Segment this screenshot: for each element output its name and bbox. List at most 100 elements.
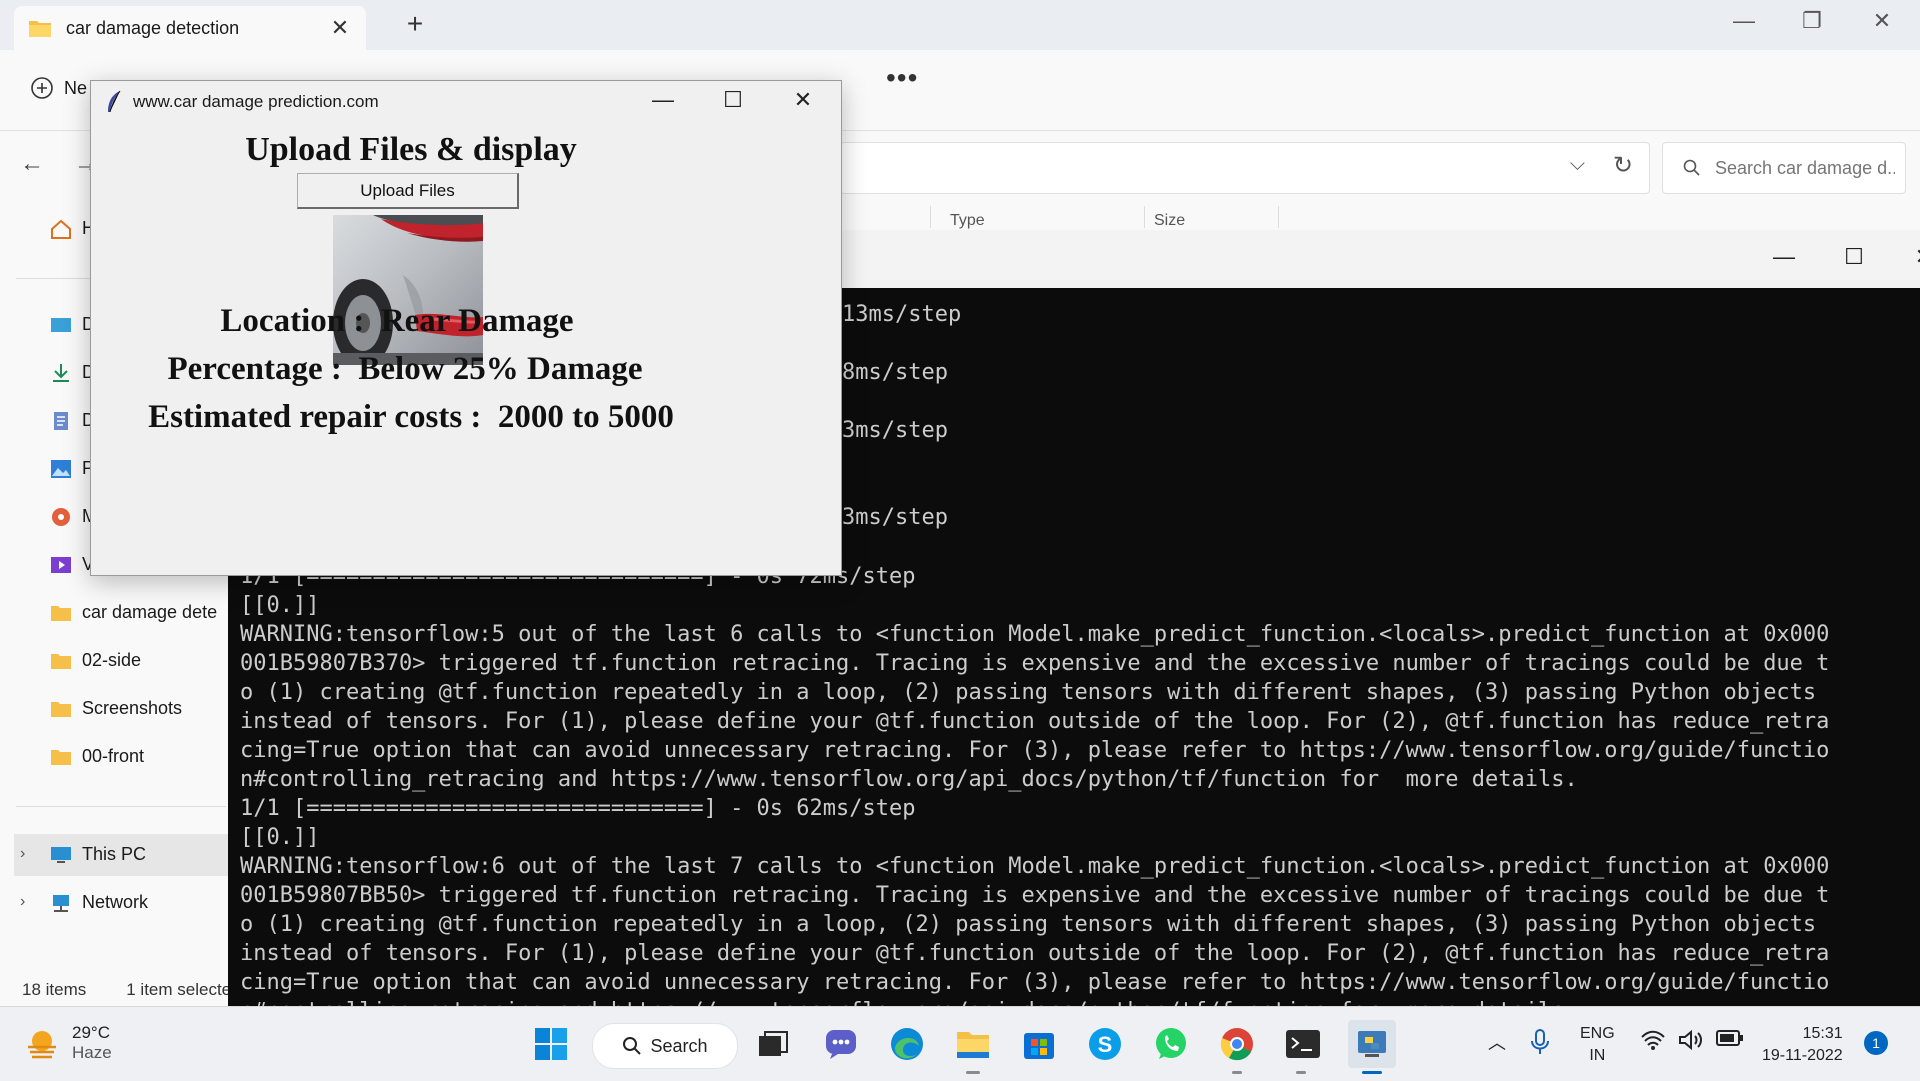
explorer-tab-bar: car damage detection ✕ + — ❐ ✕ bbox=[0, 0, 1920, 50]
skype-icon[interactable]: S bbox=[1084, 1023, 1126, 1065]
start-icon[interactable] bbox=[530, 1023, 572, 1065]
folder-icon bbox=[51, 701, 71, 717]
network-icon bbox=[53, 894, 69, 912]
taskbar-search[interactable]: Search bbox=[592, 1023, 738, 1069]
terminal-line: WARNING:tensorflow:6 out of the last 7 c… bbox=[240, 854, 1830, 879]
search-box[interactable] bbox=[1662, 142, 1906, 194]
car-damage-app-window[interactable]: www.car damage prediction.com — ☐ ✕ Uplo… bbox=[90, 80, 842, 576]
clock[interactable]: 15:31 19-11-2022 bbox=[1762, 1023, 1843, 1067]
microphone-icon[interactable] bbox=[1530, 1029, 1550, 1060]
chat-icon[interactable] bbox=[820, 1023, 862, 1065]
column-header-size[interactable]: Size bbox=[1154, 212, 1185, 230]
column-divider bbox=[930, 206, 931, 228]
terminal-line: cing=True option that can avoid unnecess… bbox=[240, 738, 1830, 763]
terminal-line: o (1) creating @tf.function repeatedly i… bbox=[240, 912, 1817, 937]
feather-icon bbox=[108, 90, 121, 113]
explorer-tab[interactable]: car damage detection ✕ bbox=[14, 6, 366, 50]
close-icon[interactable]: ✕ bbox=[1904, 244, 1920, 270]
minimize-icon[interactable]: — bbox=[643, 87, 683, 113]
terminal-line: 001B59807BB50> triggered tf.function ret… bbox=[240, 883, 1830, 908]
terminal-line: instead of tensors. For (1), please defi… bbox=[240, 941, 1830, 966]
chevron-up-icon[interactable]: ︿ bbox=[1488, 1029, 1506, 1055]
sidebar-item-pictures[interactable]: P bbox=[50, 458, 94, 479]
terminal-line: cing=True option that can avoid unnecess… bbox=[240, 970, 1830, 995]
chevron-right-icon[interactable]: › bbox=[20, 845, 25, 863]
sidebar-item-folder[interactable]: Screenshots bbox=[50, 698, 182, 719]
restore-icon[interactable]: ❐ bbox=[1792, 8, 1832, 34]
file-explorer-icon[interactable] bbox=[952, 1023, 994, 1065]
terminal-line: o (1) creating @tf.function repeatedly i… bbox=[240, 680, 1817, 705]
python-app-icon[interactable] bbox=[1348, 1020, 1396, 1068]
notification-badge[interactable]: 1 bbox=[1864, 1031, 1888, 1055]
haze-sun-icon bbox=[28, 1031, 56, 1059]
sidebar-item-label: This PC bbox=[82, 844, 147, 864]
app-heading: Upload Files & display bbox=[245, 131, 577, 168]
sidebar-item-label: 00-front bbox=[82, 746, 145, 766]
region-code: IN bbox=[1589, 1047, 1606, 1064]
sidebar-item-home[interactable]: H bbox=[50, 218, 95, 239]
chevron-down-icon[interactable]: ⌵ bbox=[1570, 153, 1585, 176]
volume-icon[interactable] bbox=[1678, 1029, 1704, 1056]
terminal-icon[interactable] bbox=[1282, 1023, 1324, 1065]
app-titlebar[interactable]: www.car damage prediction.com — ☐ ✕ bbox=[91, 81, 841, 123]
close-icon[interactable]: ✕ bbox=[1862, 8, 1902, 34]
terminal-line: WARNING:tensorflow:5 out of the last 6 c… bbox=[240, 622, 1830, 647]
search-input[interactable] bbox=[1713, 156, 1897, 180]
desktop-icon bbox=[51, 317, 71, 332]
maximize-icon[interactable]: ☐ bbox=[1834, 244, 1874, 270]
back-arrow-icon[interactable]: ← bbox=[20, 150, 44, 178]
download-icon bbox=[53, 363, 69, 382]
chrome-icon[interactable] bbox=[1216, 1023, 1258, 1065]
minimize-icon[interactable]: — bbox=[1764, 244, 1804, 270]
clock-time: 15:31 bbox=[1802, 1025, 1843, 1042]
selection-count: 1 item selecte bbox=[126, 980, 232, 999]
folder-icon bbox=[51, 653, 71, 669]
sidebar-item-folder[interactable]: 02-side bbox=[50, 650, 141, 671]
sidebar-item-this-pc[interactable]: This PC bbox=[50, 844, 146, 865]
more-options-icon[interactable]: ••• bbox=[886, 62, 918, 94]
running-indicator bbox=[966, 1071, 980, 1074]
minimize-icon[interactable]: — bbox=[1724, 8, 1764, 34]
close-tab-icon[interactable]: ✕ bbox=[326, 15, 354, 41]
chevron-right-icon[interactable]: › bbox=[20, 893, 25, 911]
microsoft-store-icon[interactable] bbox=[1018, 1023, 1060, 1065]
sidebar-divider bbox=[16, 806, 226, 807]
column-header-type[interactable]: Type bbox=[950, 212, 985, 230]
sidebar-item-label: Screenshots bbox=[82, 698, 183, 718]
tab-title: car damage detection bbox=[66, 17, 240, 38]
terminal-line: 001B59807B370> triggered tf.function ret… bbox=[240, 651, 1830, 676]
sidebar-item-videos[interactable]: V bbox=[50, 554, 94, 575]
location-result: Location : Rear Damage bbox=[220, 303, 574, 339]
status-bar: 18 items 1 item selecte bbox=[22, 980, 231, 1000]
terminal-output-fragment: 8ms/step bbox=[842, 360, 948, 385]
svg-text:S: S bbox=[1098, 1032, 1113, 1057]
maximize-icon[interactable]: ☐ bbox=[713, 87, 753, 113]
wifi-icon[interactable] bbox=[1640, 1029, 1666, 1056]
weather-condition: Haze bbox=[72, 1043, 112, 1062]
document-icon bbox=[54, 411, 68, 430]
active-indicator bbox=[1362, 1071, 1382, 1074]
running-indicator bbox=[1232, 1071, 1242, 1074]
refresh-icon[interactable]: ↻ bbox=[1613, 151, 1633, 180]
upload-files-button[interactable]: Upload Files bbox=[297, 173, 519, 209]
terminal-line: [[0.]] bbox=[240, 593, 320, 618]
edge-browser-icon[interactable] bbox=[886, 1023, 928, 1065]
battery-icon[interactable] bbox=[1716, 1029, 1744, 1052]
address-bar[interactable]: ⌵ ↻ bbox=[840, 142, 1650, 194]
home-icon bbox=[51, 219, 71, 239]
sidebar-item-folder[interactable]: car damage dete 📌 bbox=[50, 602, 245, 623]
folder-icon bbox=[51, 749, 71, 765]
language-indicator[interactable]: ENG IN bbox=[1580, 1023, 1615, 1067]
whatsapp-icon[interactable] bbox=[1150, 1023, 1192, 1065]
new-tab-button[interactable]: + bbox=[400, 8, 430, 40]
clock-date: 19-11-2022 bbox=[1762, 1047, 1843, 1064]
new-button[interactable]: Ne bbox=[30, 76, 87, 100]
sidebar-item-folder[interactable]: 00-front bbox=[50, 746, 144, 767]
sidebar-item-network[interactable]: Network bbox=[50, 892, 148, 913]
search-icon bbox=[623, 1037, 642, 1055]
computer-icon bbox=[51, 846, 71, 863]
folder-icon bbox=[29, 21, 51, 37]
close-icon[interactable]: ✕ bbox=[783, 87, 823, 113]
weather-widget[interactable]: 29°C Haze bbox=[24, 1023, 112, 1063]
task-view-icon[interactable] bbox=[752, 1023, 794, 1065]
